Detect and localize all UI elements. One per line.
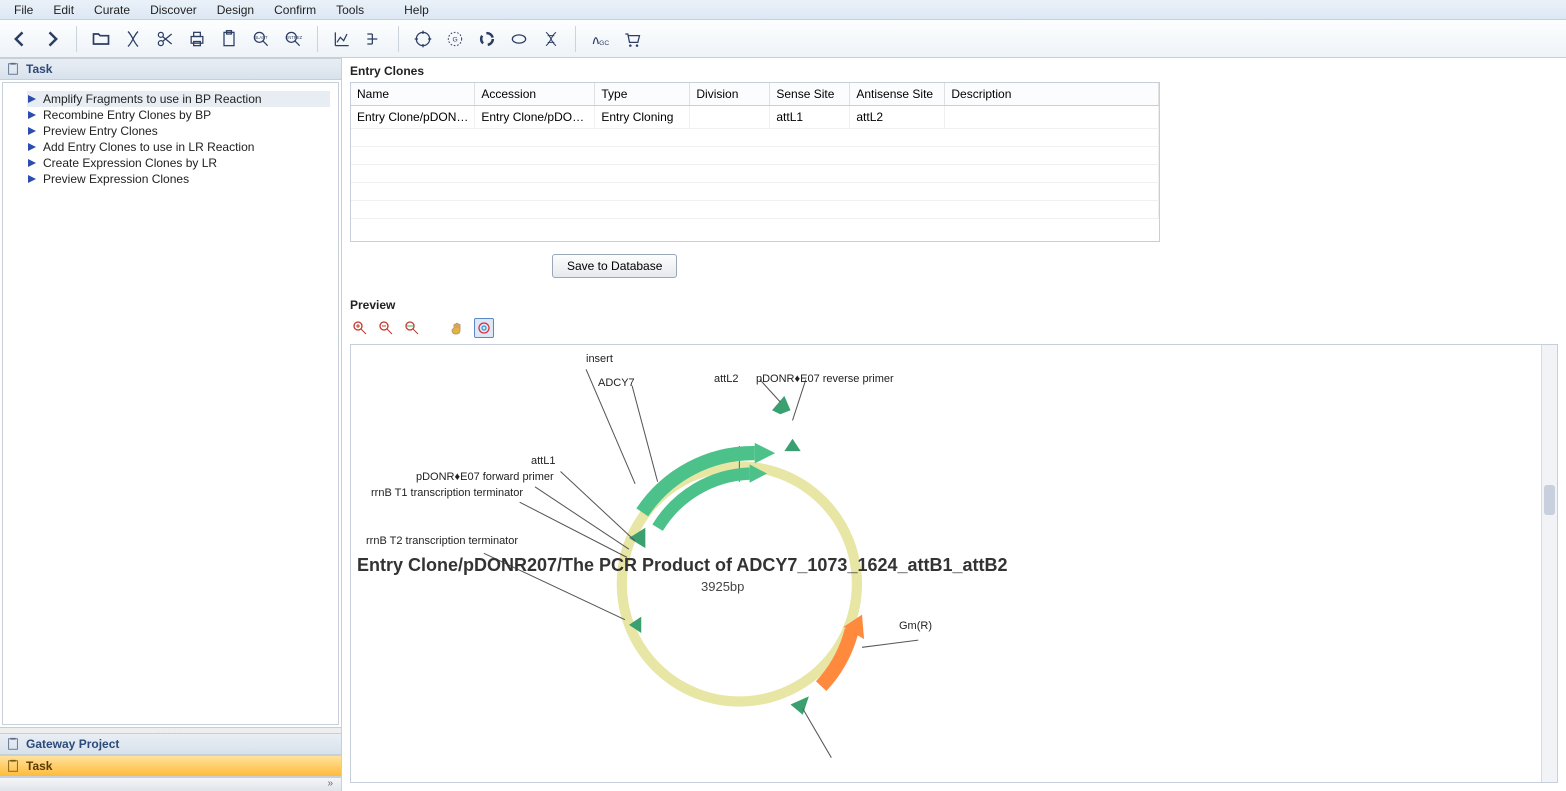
zoom-out-icon[interactable] [376,318,396,338]
clipboard-icon [6,62,20,76]
plasmid-size: 3925bp [701,579,744,594]
task-body: Amplify Fragments to use in BP Reaction … [2,82,339,725]
label-gmr: Gm(R) [899,620,932,632]
tree-icon[interactable] [360,25,388,53]
label-fwd-primer: pDONR♦E07 forward primer [416,471,554,483]
chart-icon[interactable] [328,25,356,53]
menu-curate[interactable]: Curate [84,3,140,17]
svg-text:G: G [453,36,458,43]
nav-back-button[interactable] [6,25,34,53]
blast-icon[interactable]: BLAST [247,25,275,53]
entry-clones-title: Entry Clones [342,58,1566,80]
label-rrnb-t1: rrnB T1 transcription terminator [371,487,523,499]
gateway-project-header[interactable]: Gateway Project [0,733,341,755]
table-header: Name Accession Type Division Sense Site … [351,83,1159,106]
menu-edit[interactable]: Edit [43,3,84,17]
col-antisense[interactable]: Antisense Site [850,83,945,106]
vertical-scrollbar[interactable] [1541,345,1557,782]
label-insert: insert [586,353,613,365]
task-item-add-lr[interactable]: Add Entry Clones to use in LR Reaction [27,139,330,155]
menu-tools[interactable]: Tools [326,3,374,17]
clipboard-icon [6,737,20,751]
entry-clones-table: Name Accession Type Division Sense Site … [350,82,1160,242]
gc-icon[interactable]: GC [586,25,614,53]
svg-text:ENTREZ: ENTREZ [286,35,303,40]
col-sense[interactable]: Sense Site [770,83,850,106]
label-adcy7: ADCY7 [598,377,635,389]
col-type[interactable]: Type [595,83,690,106]
menu-discover[interactable]: Discover [140,3,207,17]
menu-design[interactable]: Design [207,3,264,17]
menu-help[interactable]: Help [394,3,439,17]
clipboard-icon [6,759,20,773]
gateway-project-label: Gateway Project [26,737,119,751]
task-item-amplify[interactable]: Amplify Fragments to use in BP Reaction [27,91,330,107]
table-row [351,183,1159,201]
table-row [351,201,1159,219]
label-rev-primer: pDONR♦E07 reverse primer [756,373,894,385]
zoom-fit-icon[interactable] [402,318,422,338]
preview-title: Preview [342,292,1566,314]
label-rrnb-t2: rrnB T2 transcription terminator [366,535,518,547]
plasmid-canvas[interactable]: insert ADCY7 attL2 pDONR♦E07 reverse pri… [350,344,1558,783]
menu-bar: File Edit Curate Discover Design Confirm… [0,0,1566,20]
svg-text:GC: GC [599,39,609,46]
task-item-create-lr[interactable]: Create Expression Clones by LR [27,155,330,171]
table-row [351,147,1159,165]
plasmid-title: Entry Clone/pDONR207/The PCR Product of … [357,555,1008,576]
task-item-recombine-bp[interactable]: Recombine Entry Clones by BP [27,107,330,123]
table-row [351,129,1159,147]
task-item-preview-entry[interactable]: Preview Entry Clones [27,123,330,139]
task-header[interactable]: Task [0,58,341,80]
label-attl1: attL1 [531,455,555,467]
gear-circle-icon[interactable]: G [441,25,469,53]
target-icon[interactable] [409,25,437,53]
col-name[interactable]: Name [351,83,475,106]
hand-icon[interactable] [448,318,468,338]
cart-icon[interactable] [618,25,646,53]
clipboard-icon[interactable] [215,25,243,53]
svg-text:BLAST: BLAST [254,35,268,40]
save-to-db-button[interactable]: Save to Database [552,254,677,278]
table-row [351,165,1159,183]
task-header-active[interactable]: Task [0,755,341,777]
main-toolbar: BLAST ENTREZ G GC [0,20,1566,58]
col-description[interactable]: Description [945,83,1159,106]
task-header-label: Task [26,62,52,76]
folder-icon[interactable] [87,25,115,53]
label-attl2: attL2 [714,373,738,385]
task-list: Amplify Fragments to use in BP Reaction … [3,83,338,195]
task-header-active-label: Task [26,759,52,773]
right-pane: Entry Clones Name Accession Type Divisio… [342,58,1566,791]
left-pane: Task Amplify Fragments to use in BP Reac… [0,58,342,791]
col-division[interactable]: Division [690,83,770,106]
helix-icon[interactable] [537,25,565,53]
ring-icon[interactable] [473,25,501,53]
zoom-in-icon[interactable] [350,318,370,338]
table-row[interactable]: Entry Clone/pDON… Entry Clone/pDO… Entry… [351,106,1159,129]
entrez-icon[interactable]: ENTREZ [279,25,307,53]
menu-file[interactable]: File [4,3,43,17]
task-item-preview-expr[interactable]: Preview Expression Clones [27,171,330,187]
scissors-icon[interactable] [151,25,179,53]
dna-icon[interactable] [119,25,147,53]
print-icon[interactable] [183,25,211,53]
circular-view-icon[interactable] [474,318,494,338]
loop-icon[interactable] [505,25,533,53]
col-accession[interactable]: Accession [475,83,595,106]
collapse-strip[interactable]: » [0,777,341,791]
menu-confirm[interactable]: Confirm [264,3,326,17]
nav-forward-button[interactable] [38,25,66,53]
preview-toolbar [342,314,1566,342]
